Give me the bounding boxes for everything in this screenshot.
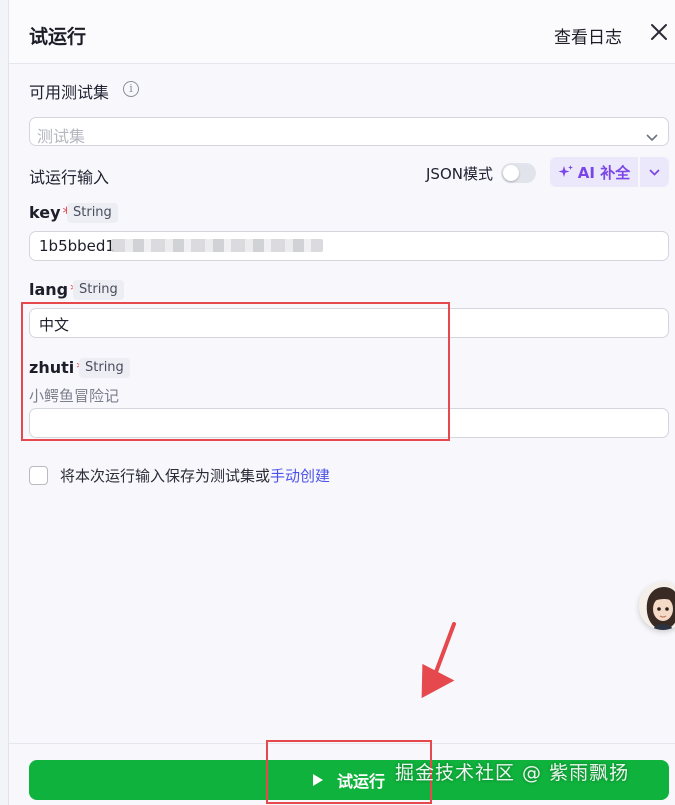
ai-complete-label: AI 补全 xyxy=(577,163,631,182)
play-icon xyxy=(312,774,323,786)
json-mode-toggle[interactable] xyxy=(501,163,536,183)
ai-complete-button[interactable]: AI 补全 xyxy=(550,157,638,187)
type-tag-lang: String xyxy=(73,280,124,300)
chevron-down-icon xyxy=(646,127,658,146)
save-text: 将本次运行输入保存为测试集或 xyxy=(60,466,271,485)
json-mode-label: JSON模式 xyxy=(426,165,493,183)
chevron-down-icon[interactable] xyxy=(640,157,669,187)
sparkle-icon xyxy=(558,165,573,177)
obscured-value xyxy=(111,239,323,252)
param-name-key: key* xyxy=(29,203,71,222)
annotation-arrow xyxy=(414,622,459,706)
test-set-label: 可用测试集 xyxy=(29,83,110,102)
run-button-label: 试运行 xyxy=(336,772,385,791)
zhuti-description: 小鳄鱼冒险记 xyxy=(29,387,120,405)
view-logs-link[interactable]: 查看日志 xyxy=(554,23,622,48)
lang-value: 中文 xyxy=(39,316,70,334)
save-checkbox[interactable] xyxy=(29,465,48,485)
param-name-lang: lang* xyxy=(29,280,78,299)
toggle-knob xyxy=(503,165,519,181)
panel-title: 试运行 xyxy=(29,26,87,48)
test-set-select[interactable]: 测试集 xyxy=(29,117,669,146)
type-tag-key: String xyxy=(67,203,118,223)
lang-input[interactable]: 中文 xyxy=(29,308,669,338)
panel-header: 试运行 查看日志 xyxy=(9,0,675,64)
type-tag-zhuti: String xyxy=(79,358,130,378)
info-circle-icon[interactable]: i xyxy=(123,81,139,97)
test-run-panel: 试运行 查看日志 可用测试集 i 测试集 试运行输入 JSON模式 AI 补全 xyxy=(8,0,675,805)
param-name-zhuti: zhuti* xyxy=(29,358,84,377)
zhuti-input[interactable] xyxy=(29,408,669,438)
key-value: 1b5bbed1 xyxy=(39,237,115,255)
run-input-label: 试运行输入 xyxy=(29,168,110,187)
ai-complete-group: AI 补全 xyxy=(550,157,669,187)
close-icon[interactable] xyxy=(647,20,671,44)
save-as-test-set-row: 将本次运行输入保存为测试集或 手动创建 xyxy=(29,465,330,485)
run-button[interactable]: 试运行 xyxy=(29,760,669,800)
manual-create-link[interactable]: 手动创建 xyxy=(270,465,330,486)
assistant-avatar[interactable] xyxy=(639,582,675,630)
test-set-placeholder: 测试集 xyxy=(37,127,86,146)
